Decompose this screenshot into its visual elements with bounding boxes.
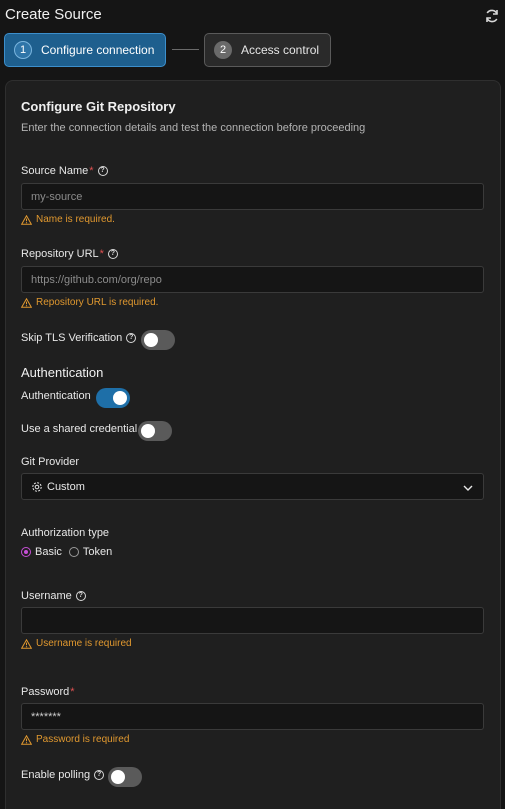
skip-tls-toggle[interactable] [141,330,175,350]
username-label: Username? [21,590,86,602]
step-label: Access control [241,43,320,57]
password-input[interactable]: ******* [21,703,484,730]
step-number: 2 [214,41,232,59]
repo-url-input[interactable]: https://github.com/org/repo [21,266,484,293]
source-name-input[interactable]: my-source [21,183,484,210]
radio-token[interactable]: Token [68,546,112,558]
refresh-icon[interactable] [484,8,500,24]
warning-icon [21,297,32,308]
radio-button[interactable] [21,547,31,557]
help-icon[interactable]: ? [126,333,137,343]
form-subheading: Enter the connection details and test th… [21,122,366,134]
git-provider-value: Custom [47,480,85,493]
warning-icon [21,734,32,745]
step-label: Configure connection [41,43,155,57]
form-card: Configure Git Repository Enter the conne… [5,80,501,809]
auth-toggle-label: Authentication [21,390,91,402]
username-error: Username is required [21,638,132,649]
help-icon[interactable]: ? [75,591,86,601]
required-mark: * [89,165,94,177]
git-provider-select[interactable]: Custom [21,473,484,500]
warning-icon [21,214,32,225]
shared-credential-toggle[interactable] [138,421,172,441]
step-connector [172,49,199,50]
radio-basic[interactable]: Basic [21,546,62,558]
gear-icon [32,481,42,492]
polling-toggle[interactable] [108,767,142,787]
help-icon[interactable]: ? [97,166,108,176]
toggle-knob [141,424,155,438]
auth-type-label: Authorization type [21,527,110,539]
auth-toggle[interactable] [96,388,130,408]
help-icon[interactable]: ? [94,770,105,780]
stepper: 1 Configure connection 2 Access control [4,33,404,67]
username-input[interactable] [21,607,484,634]
warning-icon [21,638,32,649]
polling-label: Enable polling? [21,769,105,781]
source-name-label: Source Name *? [21,165,108,177]
auth-type-radio-group: Basic Token [21,546,119,558]
page-header: Create Source [5,6,500,26]
password-label: Password * [21,686,75,698]
page-title: Create Source [5,6,102,23]
toggle-knob [111,770,125,784]
required-mark: * [99,248,104,260]
step-access-control[interactable]: 2 Access control [204,33,331,67]
repo-url-label: Repository URL *? [21,248,118,260]
auth-section-title: Authentication [21,365,104,380]
radio-button[interactable] [68,547,79,557]
toggle-knob [144,333,158,347]
required-mark: * [70,686,75,698]
source-name-error: Name is required. [21,214,115,225]
skip-tls-label: Skip TLS Verification? [21,332,137,344]
chevron-down-icon [463,485,473,491]
shared-credential-label: Use a shared credential [21,423,138,435]
step-number: 1 [14,41,32,59]
form-heading: Configure Git Repository [21,99,176,114]
help-icon[interactable]: ? [107,249,118,259]
toggle-knob [113,391,127,405]
git-provider-label: Git Provider [21,456,80,468]
step-configure-connection[interactable]: 1 Configure connection [4,33,166,67]
password-error: Password is required [21,734,129,745]
repo-url-error: Repository URL is required. [21,297,158,308]
